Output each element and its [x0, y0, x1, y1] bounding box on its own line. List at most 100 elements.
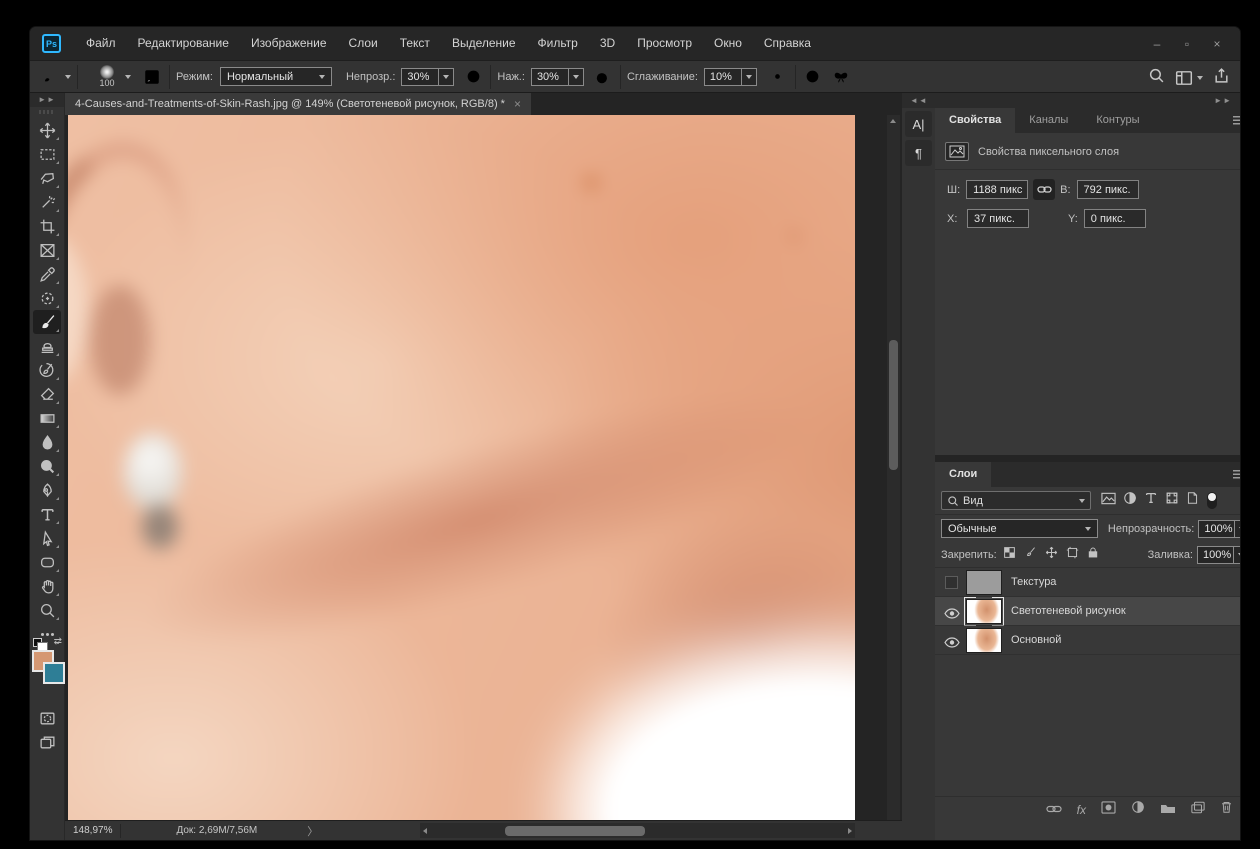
- menu-view[interactable]: Просмотр: [626, 27, 703, 60]
- layer-filter-select[interactable]: Вид: [941, 491, 1091, 510]
- share-icon[interactable]: [1213, 67, 1230, 89]
- width-field[interactable]: 1188 пикс: [966, 180, 1029, 199]
- airbrush-icon[interactable]: [592, 66, 614, 88]
- menu-window[interactable]: Окно: [703, 27, 753, 60]
- lock-artboard-icon[interactable]: [1066, 546, 1079, 564]
- horizontal-scroll-thumb[interactable]: [505, 825, 645, 836]
- scroll-up-icon[interactable]: [890, 119, 896, 123]
- horizontal-scrollbar[interactable]: [420, 823, 855, 838]
- character-panel-button[interactable]: A|: [905, 111, 932, 137]
- menu-type[interactable]: Текст: [389, 27, 441, 60]
- layers-opacity-input[interactable]: 100%: [1198, 519, 1236, 538]
- toolbar-grip[interactable]: [39, 110, 55, 114]
- menu-edit[interactable]: Редактирование: [127, 27, 240, 60]
- lock-position-icon[interactable]: [1045, 546, 1058, 564]
- lock-transparency-icon[interactable]: [1003, 546, 1016, 564]
- scroll-left-icon[interactable]: [423, 827, 427, 834]
- opacity-chevron[interactable]: [439, 67, 455, 86]
- quick-mask-button[interactable]: [33, 706, 61, 730]
- layer-row-texture[interactable]: Текстура: [935, 568, 1240, 597]
- opacity-input[interactable]: 30%: [401, 67, 440, 86]
- tool-shape[interactable]: [33, 550, 61, 574]
- layers-opacity-chevron[interactable]: [1235, 519, 1240, 538]
- layer-name[interactable]: Светотеневой рисунок: [1011, 605, 1126, 617]
- document-tab[interactable]: 4-Causes-and-Treatments-of-Skin-Rash.jpg…: [65, 93, 531, 115]
- tool-dodge[interactable]: [33, 454, 61, 478]
- x-field[interactable]: 37 пикс.: [967, 209, 1029, 228]
- brush-preset-chevron-icon[interactable]: [65, 74, 71, 79]
- smoothing-gear-icon[interactable]: [767, 66, 789, 88]
- zoom-level-field[interactable]: 148,97%: [65, 825, 120, 836]
- blend-mode-select[interactable]: Нормальный: [219, 67, 332, 86]
- tool-magic-wand[interactable]: [33, 190, 61, 214]
- visibility-toggle[interactable]: [935, 635, 967, 648]
- maximize-button[interactable]: ▫: [1172, 33, 1202, 55]
- default-colors-icon[interactable]: [33, 638, 48, 653]
- minimize-button[interactable]: –: [1142, 33, 1172, 55]
- fill-chevron[interactable]: [1234, 545, 1240, 564]
- filter-toggle-switch[interactable]: [1207, 492, 1217, 509]
- flow-input[interactable]: 30%: [530, 67, 569, 86]
- layer-mask-icon[interactable]: [1101, 800, 1116, 819]
- delete-layer-icon[interactable]: [1220, 800, 1233, 819]
- tool-eyedropper[interactable]: [33, 262, 61, 286]
- size-pressure-icon[interactable]: [802, 66, 824, 88]
- layers-panel-menu-icon[interactable]: [1233, 470, 1240, 479]
- smoothing-input[interactable]: 10%: [703, 67, 742, 86]
- link-dimensions-icon[interactable]: [1033, 179, 1056, 200]
- menu-help[interactable]: Справка: [753, 27, 822, 60]
- tool-crop[interactable]: [33, 214, 61, 238]
- lock-pixels-icon[interactable]: [1024, 546, 1037, 564]
- layers-blend-mode-select[interactable]: Обычные: [941, 519, 1098, 538]
- search-icon[interactable]: [1148, 67, 1165, 89]
- swap-colors-icon[interactable]: ⇄: [54, 636, 62, 647]
- smoothing-chevron[interactable]: [741, 67, 757, 86]
- layer-row-light-shade[interactable]: Светотеневой рисунок: [935, 597, 1240, 626]
- paint-symmetry-icon[interactable]: [830, 66, 852, 88]
- opacity-pressure-icon[interactable]: [462, 66, 484, 88]
- type-filter-icon[interactable]: [1144, 491, 1158, 510]
- menu-image[interactable]: Изображение: [240, 27, 338, 60]
- toolbar-collapse-icon[interactable]: ►►: [30, 93, 64, 107]
- tab-close-icon[interactable]: ×: [514, 97, 521, 111]
- tab-properties[interactable]: Свойства: [935, 108, 1016, 133]
- background-color-swatch[interactable]: [43, 662, 65, 684]
- brush-settings-panel-icon[interactable]: [141, 66, 163, 88]
- tool-blur[interactable]: [33, 430, 61, 454]
- fill-input[interactable]: 100%: [1197, 545, 1234, 564]
- visibility-toggle[interactable]: [935, 575, 967, 589]
- flow-chevron[interactable]: [568, 67, 584, 86]
- workspace-switcher-icon[interactable]: [1175, 70, 1203, 86]
- canvas[interactable]: [68, 115, 855, 820]
- tool-rectangular-marquee[interactable]: [33, 142, 61, 166]
- tool-frame[interactable]: [33, 238, 61, 262]
- height-field[interactable]: 792 пикс.: [1076, 180, 1139, 199]
- tool-clone-stamp[interactable]: [33, 334, 61, 358]
- layer-thumbnail[interactable]: [966, 627, 1002, 653]
- menu-filter[interactable]: Фильтр: [527, 27, 589, 60]
- y-field[interactable]: 0 пикс.: [1083, 209, 1146, 228]
- lock-all-icon[interactable]: [1087, 546, 1099, 564]
- tool-lasso[interactable]: [33, 166, 61, 190]
- new-layer-icon[interactable]: [1191, 801, 1205, 819]
- tool-move[interactable]: [33, 118, 61, 142]
- brush-picker-chevron-icon[interactable]: [125, 74, 131, 79]
- menu-3d[interactable]: 3D: [589, 27, 626, 60]
- status-options-chevron-icon[interactable]: 〉: [307, 823, 318, 839]
- tool-history-brush[interactable]: [33, 358, 61, 382]
- panel-menu-icon[interactable]: [1233, 116, 1240, 125]
- tool-gradient[interactable]: [33, 406, 61, 430]
- screen-mode-button[interactable]: [33, 730, 61, 754]
- scroll-right-icon[interactable]: [848, 827, 852, 834]
- tool-zoom[interactable]: [33, 598, 61, 622]
- tool-type[interactable]: [33, 502, 61, 526]
- brush-tool-icon[interactable]: [38, 66, 60, 88]
- shape-filter-icon[interactable]: [1165, 491, 1179, 510]
- layer-name[interactable]: Основной: [1011, 634, 1061, 646]
- tool-hand[interactable]: [33, 574, 61, 598]
- tool-path-selection[interactable]: [33, 526, 61, 550]
- collapse-panels-right-icon[interactable]: ►►: [1214, 96, 1232, 105]
- smart-object-filter-icon[interactable]: [1186, 491, 1199, 510]
- tool-eraser[interactable]: [33, 382, 61, 406]
- collapse-panels-left-icon[interactable]: ◄◄: [910, 96, 928, 105]
